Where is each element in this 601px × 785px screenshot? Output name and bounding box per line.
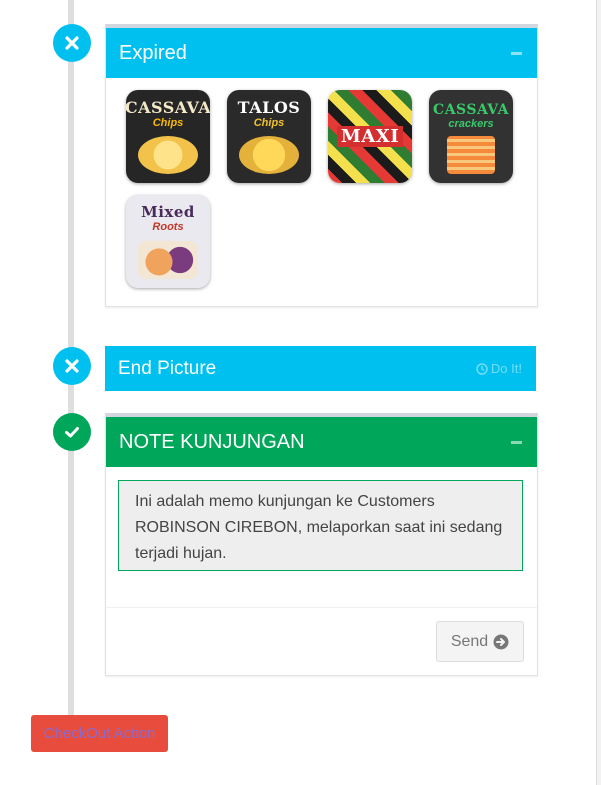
product-artwork (239, 136, 299, 174)
end-picture-title: End Picture (118, 357, 217, 379)
end-picture-box: End Picture Do It! (105, 346, 536, 391)
product-sub: crackers (448, 118, 494, 130)
product-brand: CASSAVA (433, 102, 509, 118)
product-brand: TALOS (237, 98, 301, 117)
note-header: NOTE KUNJUNGAN (106, 417, 537, 467)
product-brand: MAXI (336, 126, 404, 147)
product-image-talos-chips[interactable]: TALOS Chips (227, 90, 311, 183)
note-collapse-minus-icon[interactable] (509, 435, 523, 449)
note-status-check-icon (53, 413, 91, 451)
product-sub: Roots (152, 221, 184, 233)
note-body: Ini adalah memo kunjungan ke Customers R… (106, 467, 537, 571)
product-brand: CASSAVA (126, 98, 210, 117)
product-image-maxi[interactable]: MAXI (328, 90, 412, 183)
do-it-label: Do It! (490, 361, 522, 376)
product-image-mixed-roots[interactable]: Mixed Roots (126, 195, 210, 288)
end-picture-status-times-icon (53, 347, 91, 385)
product-sub: Chips (253, 117, 285, 129)
product-image-cassava-crackers[interactable]: CASSAVA crackers (429, 90, 513, 183)
do-it-button[interactable]: Do It! (476, 361, 522, 376)
product-artwork (138, 241, 198, 279)
checkout-action-button[interactable]: CheckOut Action (31, 715, 168, 752)
expired-collapse-minus-icon[interactable] (509, 46, 523, 60)
send-button[interactable]: Send (436, 621, 524, 662)
expired-box: Expired CASSAVA Chips TALOS Chips MAXI C… (105, 24, 538, 307)
expired-product-list: CASSAVA Chips TALOS Chips MAXI CASSAVA c… (106, 78, 546, 288)
product-brand: Mixed (141, 203, 195, 221)
page: Expired CASSAVA Chips TALOS Chips MAXI C… (0, 0, 597, 785)
product-sub: Chips (152, 117, 184, 129)
product-artwork (447, 136, 495, 174)
clock-icon (476, 362, 488, 375)
memo-textarea[interactable]: Ini adalah memo kunjungan ke Customers R… (118, 480, 523, 571)
end-picture-header: End Picture Do It! (105, 346, 536, 391)
expired-title: Expired (119, 41, 187, 64)
arrow-circle-right-icon (493, 634, 509, 649)
expired-header: Expired (106, 28, 537, 78)
note-box: NOTE KUNJUNGAN Ini adalah memo kunjungan… (105, 413, 538, 676)
note-footer: Send (106, 607, 537, 675)
product-artwork (138, 136, 198, 174)
product-image-cassava-chips[interactable]: CASSAVA Chips (126, 90, 210, 183)
expired-status-times-icon (53, 24, 91, 62)
note-title: NOTE KUNJUNGAN (119, 430, 305, 453)
send-label: Send (450, 632, 489, 650)
